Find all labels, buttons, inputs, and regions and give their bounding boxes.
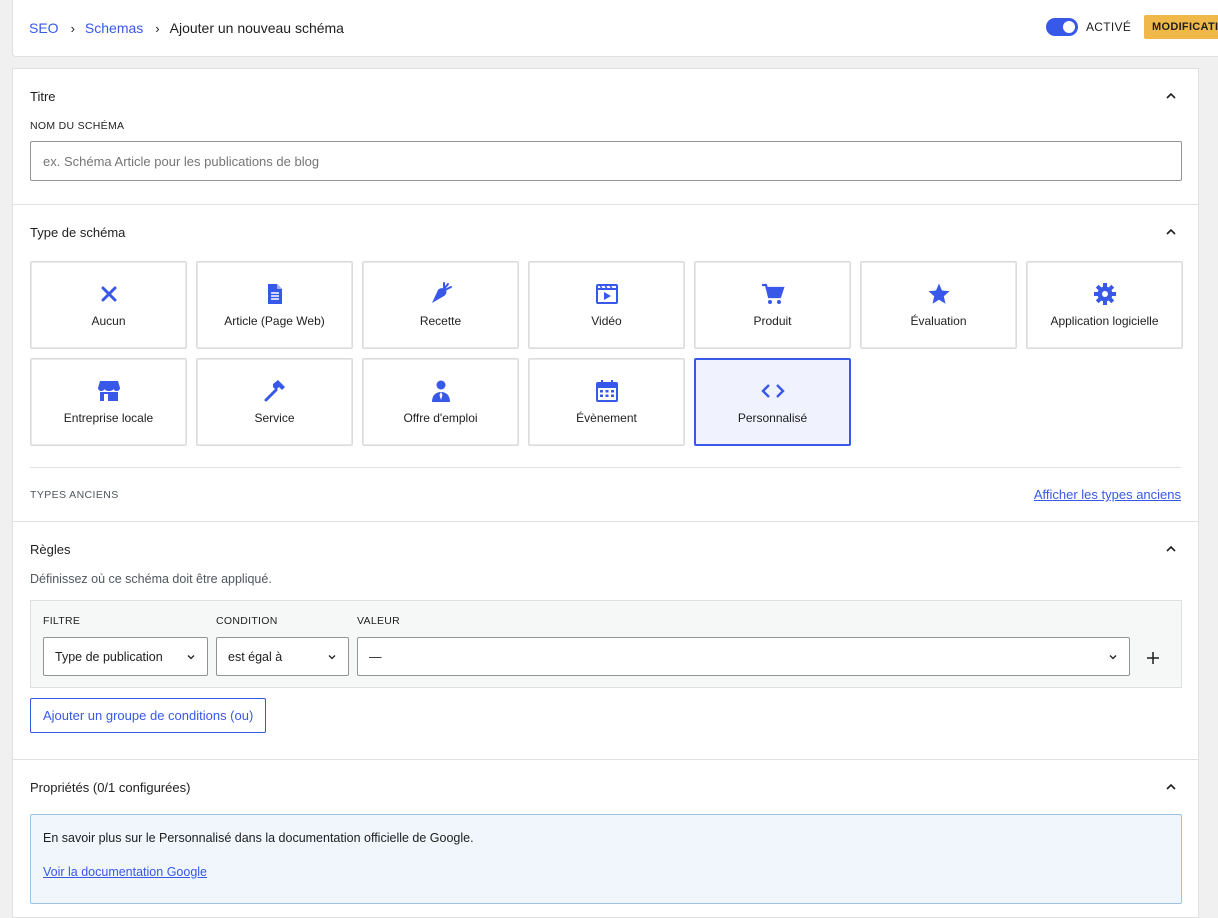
schema-type-section-header[interactable]: Type de schéma [30, 205, 1181, 259]
active-toggle[interactable] [1046, 18, 1078, 36]
schema-type-label: Aucun [91, 314, 126, 328]
schema-type-label: Application logicielle [1050, 314, 1159, 328]
schema-type-grid: Aucun Article (Page Web) Recette Vidéo P… [30, 261, 1183, 446]
breadcrumb-schemas-link[interactable]: Schemas [85, 20, 143, 36]
active-toggle-group: ACTIVÉ [1046, 18, 1131, 36]
breadcrumb: SEO › Schemas › Ajouter un nouveau schém… [29, 20, 344, 36]
schema-name-label: NOM DU SCHÉMA [30, 120, 125, 132]
chevron-up-icon[interactable] [1165, 90, 1177, 102]
document-icon [263, 282, 287, 306]
section-heading: Type de schéma [30, 224, 126, 240]
schema-type-card-personnalise[interactable]: Personnalisé [694, 358, 851, 446]
schema-type-card-evaluation[interactable]: Évaluation [860, 261, 1017, 349]
condition-select-value: est égal à [228, 649, 283, 664]
title-section-header[interactable]: Titre [30, 69, 1181, 123]
properties-section: Propriétés (0/1 configurées) En savoir p… [13, 760, 1198, 904]
condition-column-label: CONDITION [216, 615, 278, 627]
schema-type-card-produit[interactable]: Produit [694, 261, 851, 349]
toggle-knob [1063, 21, 1075, 33]
value-select-value: — [369, 649, 382, 664]
chevron-down-icon [1109, 654, 1117, 659]
top-bar: SEO › Schemas › Ajouter un nouveau schém… [12, 0, 1218, 57]
google-docs-link[interactable]: Voir la documentation Google [43, 865, 207, 879]
star-icon [927, 282, 951, 306]
value-select[interactable]: — [357, 637, 1130, 676]
chevron-right-icon: › [70, 20, 75, 36]
section-heading: Règles [30, 541, 71, 557]
notice-text: En savoir plus sur le Personnalisé dans … [43, 831, 474, 845]
value-column-label: VALEUR [357, 615, 401, 627]
schema-type-label: Évènement [576, 411, 637, 425]
schema-type-label: Service [254, 411, 295, 425]
code-icon [760, 379, 785, 403]
chevron-up-icon[interactable] [1165, 781, 1177, 793]
section-heading: Propriétés (0/1 configurées) [30, 779, 191, 795]
legacy-types-label: TYPES ANCIENS [30, 488, 119, 501]
unsaved-changes-badge: MODIFICATIONS NON ENREGISTRÉES [1144, 15, 1218, 39]
title-section: Titre NOM DU SCHÉMA [13, 69, 1198, 205]
store-icon [97, 379, 121, 403]
schema-type-card-service[interactable]: Service [196, 358, 353, 446]
section-heading: Titre [30, 88, 56, 104]
legacy-types-row: TYPES ANCIENS Afficher les types anciens [30, 467, 1181, 521]
schema-type-card-aucun[interactable]: Aucun [30, 261, 187, 349]
properties-section-header[interactable]: Propriétés (0/1 configurées) [30, 760, 1181, 814]
calendar-icon [595, 379, 619, 403]
schema-name-input[interactable] [30, 141, 1182, 181]
close-icon [97, 282, 121, 306]
chevron-right-icon: › [155, 20, 160, 36]
rules-hint: Définissez où ce schéma doit être appliq… [30, 572, 272, 586]
schema-type-card-offre-emploi[interactable]: Offre d'emploi [362, 358, 519, 446]
schema-type-label: Recette [419, 314, 462, 328]
breadcrumb-current: Ajouter un nouveau schéma [169, 20, 344, 36]
condition-group: FILTRE CONDITION VALEUR Type de publicat… [30, 600, 1182, 688]
add-condition-group-button[interactable]: Ajouter un groupe de conditions (ou) [30, 698, 267, 733]
filter-select-value: Type de publication [55, 649, 163, 664]
schema-editor-panel: Titre NOM DU SCHÉMA Type de schéma Aucun… [12, 68, 1199, 918]
show-legacy-types-link[interactable]: Afficher les types anciens [1034, 487, 1181, 502]
schema-type-label: Évaluation [910, 314, 967, 328]
schema-type-label: Vidéo [591, 314, 622, 328]
hammer-icon [263, 379, 287, 403]
chevron-down-icon [187, 654, 195, 659]
filter-select[interactable]: Type de publication [43, 637, 208, 676]
schema-type-label: Personnalisé [737, 411, 808, 425]
schema-type-card-application[interactable]: Application logicielle [1026, 261, 1183, 349]
add-condition-plus-icon[interactable] [1146, 651, 1160, 665]
schema-type-card-recette[interactable]: Recette [362, 261, 519, 349]
condition-select[interactable]: est égal à [216, 637, 349, 676]
filter-column-label: FILTRE [43, 615, 81, 627]
chevron-up-icon[interactable] [1165, 543, 1177, 555]
schema-type-card-video[interactable]: Vidéo [528, 261, 685, 349]
schema-type-label: Entreprise locale [63, 411, 154, 425]
chevron-up-icon[interactable] [1165, 226, 1177, 238]
chevron-down-icon [328, 654, 336, 659]
google-docs-notice: En savoir plus sur le Personnalisé dans … [30, 814, 1182, 904]
active-toggle-label: ACTIVÉ [1086, 20, 1132, 34]
rules-section-header[interactable]: Règles [30, 522, 1181, 576]
carrot-icon [429, 282, 453, 306]
schema-type-card-article[interactable]: Article (Page Web) [196, 261, 353, 349]
schema-type-label: Article (Page Web) [224, 314, 325, 328]
schema-type-label: Produit [753, 314, 792, 328]
person-tie-icon [429, 379, 453, 403]
schema-type-label: Offre d'emploi [403, 411, 478, 425]
gear-icon [1093, 282, 1117, 306]
schema-type-card-evenement[interactable]: Évènement [528, 358, 685, 446]
schema-type-card-entreprise-locale[interactable]: Entreprise locale [30, 358, 187, 446]
video-icon [595, 282, 619, 306]
breadcrumb-seo-link[interactable]: SEO [29, 20, 59, 36]
cart-icon [761, 282, 785, 306]
schema-type-section: Type de schéma Aucun Article (Page Web) … [13, 205, 1198, 522]
rules-section: Règles Définissez où ce schéma doit être… [13, 522, 1198, 760]
